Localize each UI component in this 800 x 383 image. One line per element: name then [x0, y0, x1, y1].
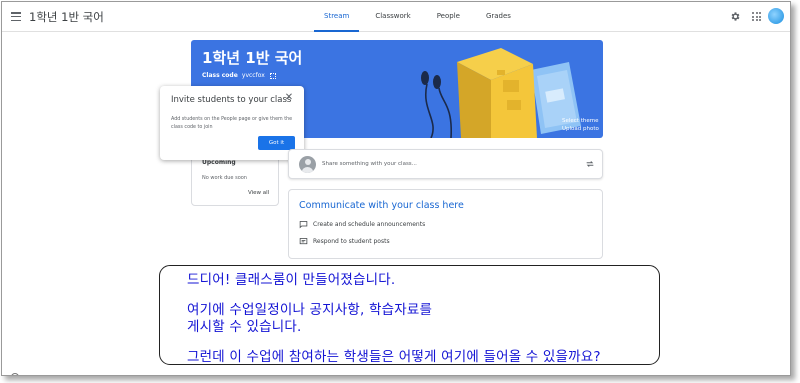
apps-grid-icon[interactable] [752, 12, 761, 21]
class-code-label: Class code [202, 72, 238, 79]
popup-title: Invite students to your class [171, 95, 292, 105]
share-input[interactable]: Share something with your class... [322, 161, 417, 167]
view-all-link[interactable]: View all [248, 190, 269, 196]
theme-links: Select theme Upload photo [562, 117, 599, 133]
got-it-button[interactable]: Got it [258, 136, 295, 150]
communicate-title: Communicate with your class here [299, 200, 464, 211]
upcoming-empty-text: No work due soon [202, 175, 247, 181]
app-window: 1학년 1반 국어 Stream Classwork People Grades… [1, 1, 791, 376]
gear-icon[interactable] [730, 11, 741, 22]
annotation-line-3: 게시할 수 있습니다. [187, 319, 302, 335]
banner-class-title[interactable]: 1학년 1반 국어 [202, 47, 302, 68]
class-title[interactable]: 1학년 1반 국어 [29, 9, 104, 25]
fullscreen-icon[interactable] [269, 72, 276, 79]
class-code-value: yvccfox [241, 72, 265, 79]
help-icon[interactable] [11, 373, 19, 375]
close-icon[interactable]: ✕ [284, 93, 294, 103]
tab-people[interactable]: People [424, 2, 473, 32]
respond-posts-label: Respond to student posts [313, 238, 390, 245]
annotation-line-4: 그런데 이 수업에 참여하는 학생들은 어떻게 여기에 들어올 수 있을까요? [187, 349, 601, 365]
repost-icon[interactable] [585, 159, 595, 169]
annotation-line-1: 드디어! 클래스룸이 만들어졌습니다. [187, 272, 396, 288]
tab-classwork[interactable]: Classwork [362, 2, 423, 32]
top-app-bar: 1학년 1반 국어 Stream Classwork People Grades [2, 2, 790, 32]
announcement-icon [299, 221, 308, 229]
tab-bar: Stream Classwork People Grades [311, 2, 524, 32]
create-announcements-label: Create and schedule announcements [313, 221, 426, 228]
communicate-card: Communicate with your class here Create … [288, 189, 603, 259]
comment-icon [299, 238, 308, 245]
upcoming-title: Upcoming [202, 159, 236, 166]
upload-photo-link[interactable]: Upload photo [562, 125, 599, 133]
create-announcements-item[interactable]: Create and schedule announcements [299, 220, 425, 229]
share-box[interactable]: Share something with your class... [288, 149, 603, 179]
class-code: Class code yvccfox [202, 72, 276, 79]
select-theme-link[interactable]: Select theme [562, 117, 599, 125]
respond-posts-item[interactable]: Respond to student posts [299, 237, 390, 246]
tab-stream[interactable]: Stream [311, 2, 362, 32]
tab-grades[interactable]: Grades [473, 2, 524, 32]
popup-body: Add students on the People page or give … [171, 117, 293, 130]
user-avatar [299, 156, 316, 173]
invite-students-popup: Invite students to your class ✕ Add stud… [160, 86, 304, 160]
account-avatar[interactable] [768, 8, 784, 24]
annotation-callout: 드디어! 클래스룸이 만들어졌습니다. 여기에 수업일정이나 공지사항, 학습자… [159, 265, 660, 365]
menu-icon[interactable] [11, 12, 21, 22]
